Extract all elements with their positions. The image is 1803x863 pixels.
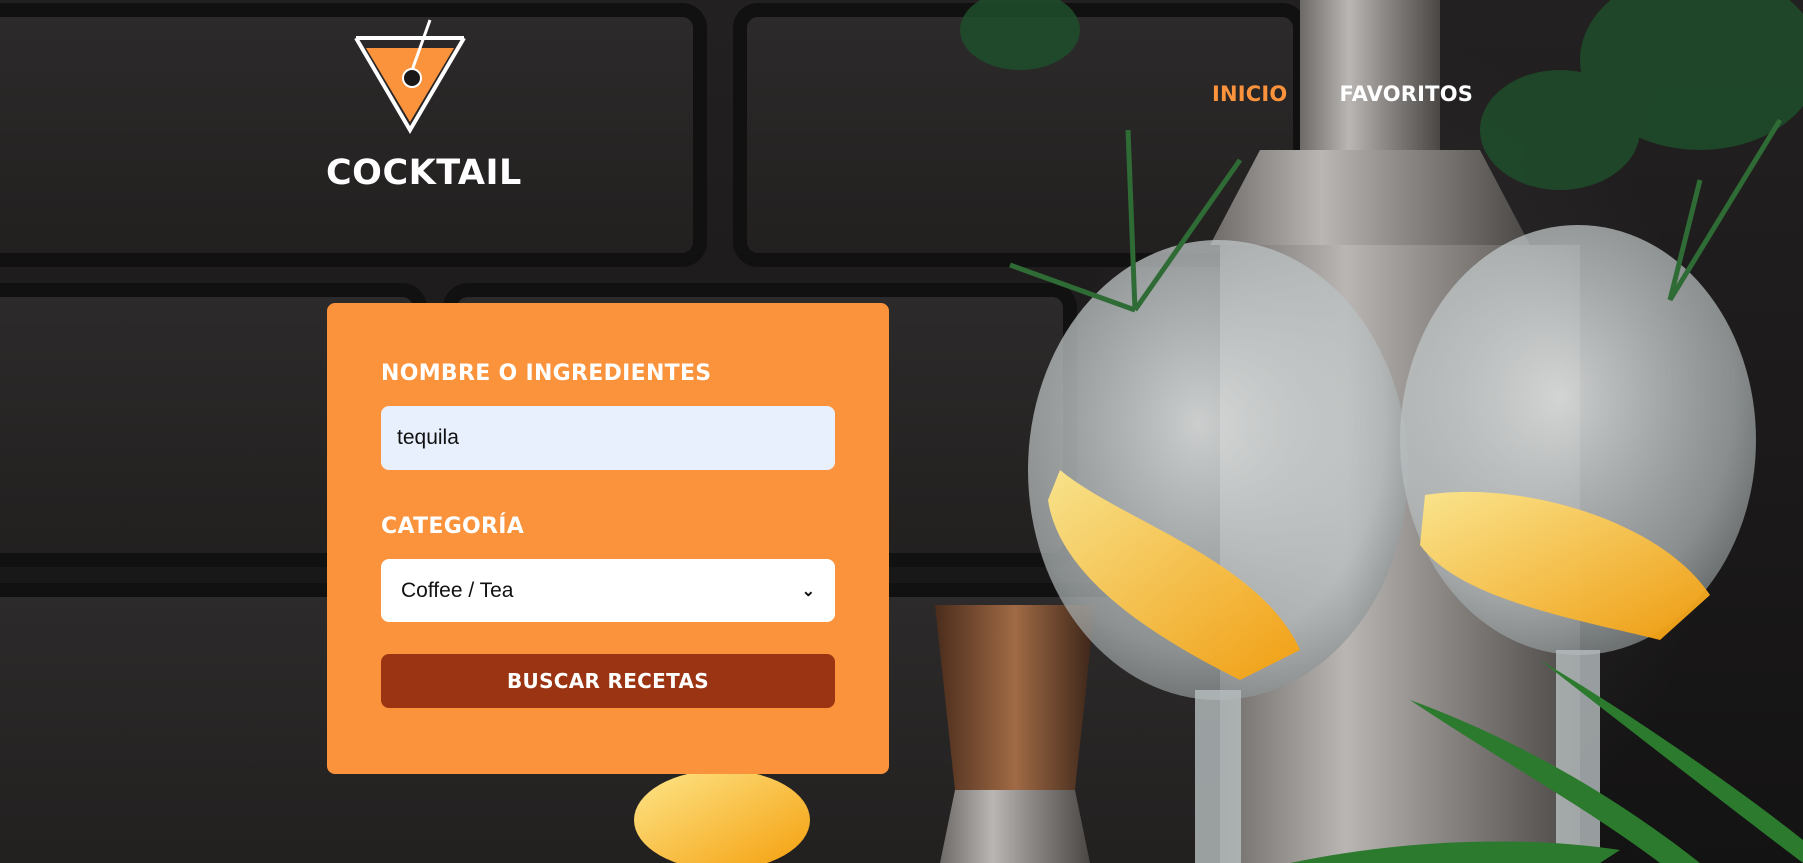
search-form: NOMBRE O INGREDIENTES tequila CATEGORÍA … (327, 303, 889, 774)
hero-section: COCKTAIL INICIO FAVORITOS NOMBRE O INGRE… (0, 0, 1803, 863)
name-input[interactable]: tequila (381, 406, 835, 470)
logo[interactable]: COCKTAIL (322, 18, 521, 191)
main-nav: INICIO FAVORITOS (1212, 82, 1473, 106)
category-select[interactable]: Coffee / Tea ⌄ (381, 559, 835, 622)
category-label: CATEGORÍA (381, 514, 525, 539)
logo-text: COCKTAIL (326, 153, 522, 193)
category-select-value: Coffee / Tea (401, 578, 514, 602)
nav-link-inicio[interactable]: INICIO (1212, 82, 1287, 106)
search-button[interactable]: BUSCAR RECETAS (381, 654, 835, 708)
name-input-value: tequila (397, 426, 459, 449)
chevron-down-icon: ⌄ (801, 582, 815, 600)
name-label: NOMBRE O INGREDIENTES (381, 361, 712, 386)
cocktail-photo (634, 0, 1803, 863)
martini-glass-icon (354, 19, 466, 134)
brick-wall-background (0, 3, 1307, 863)
nav-link-favoritos[interactable]: FAVORITOS (1339, 82, 1473, 106)
